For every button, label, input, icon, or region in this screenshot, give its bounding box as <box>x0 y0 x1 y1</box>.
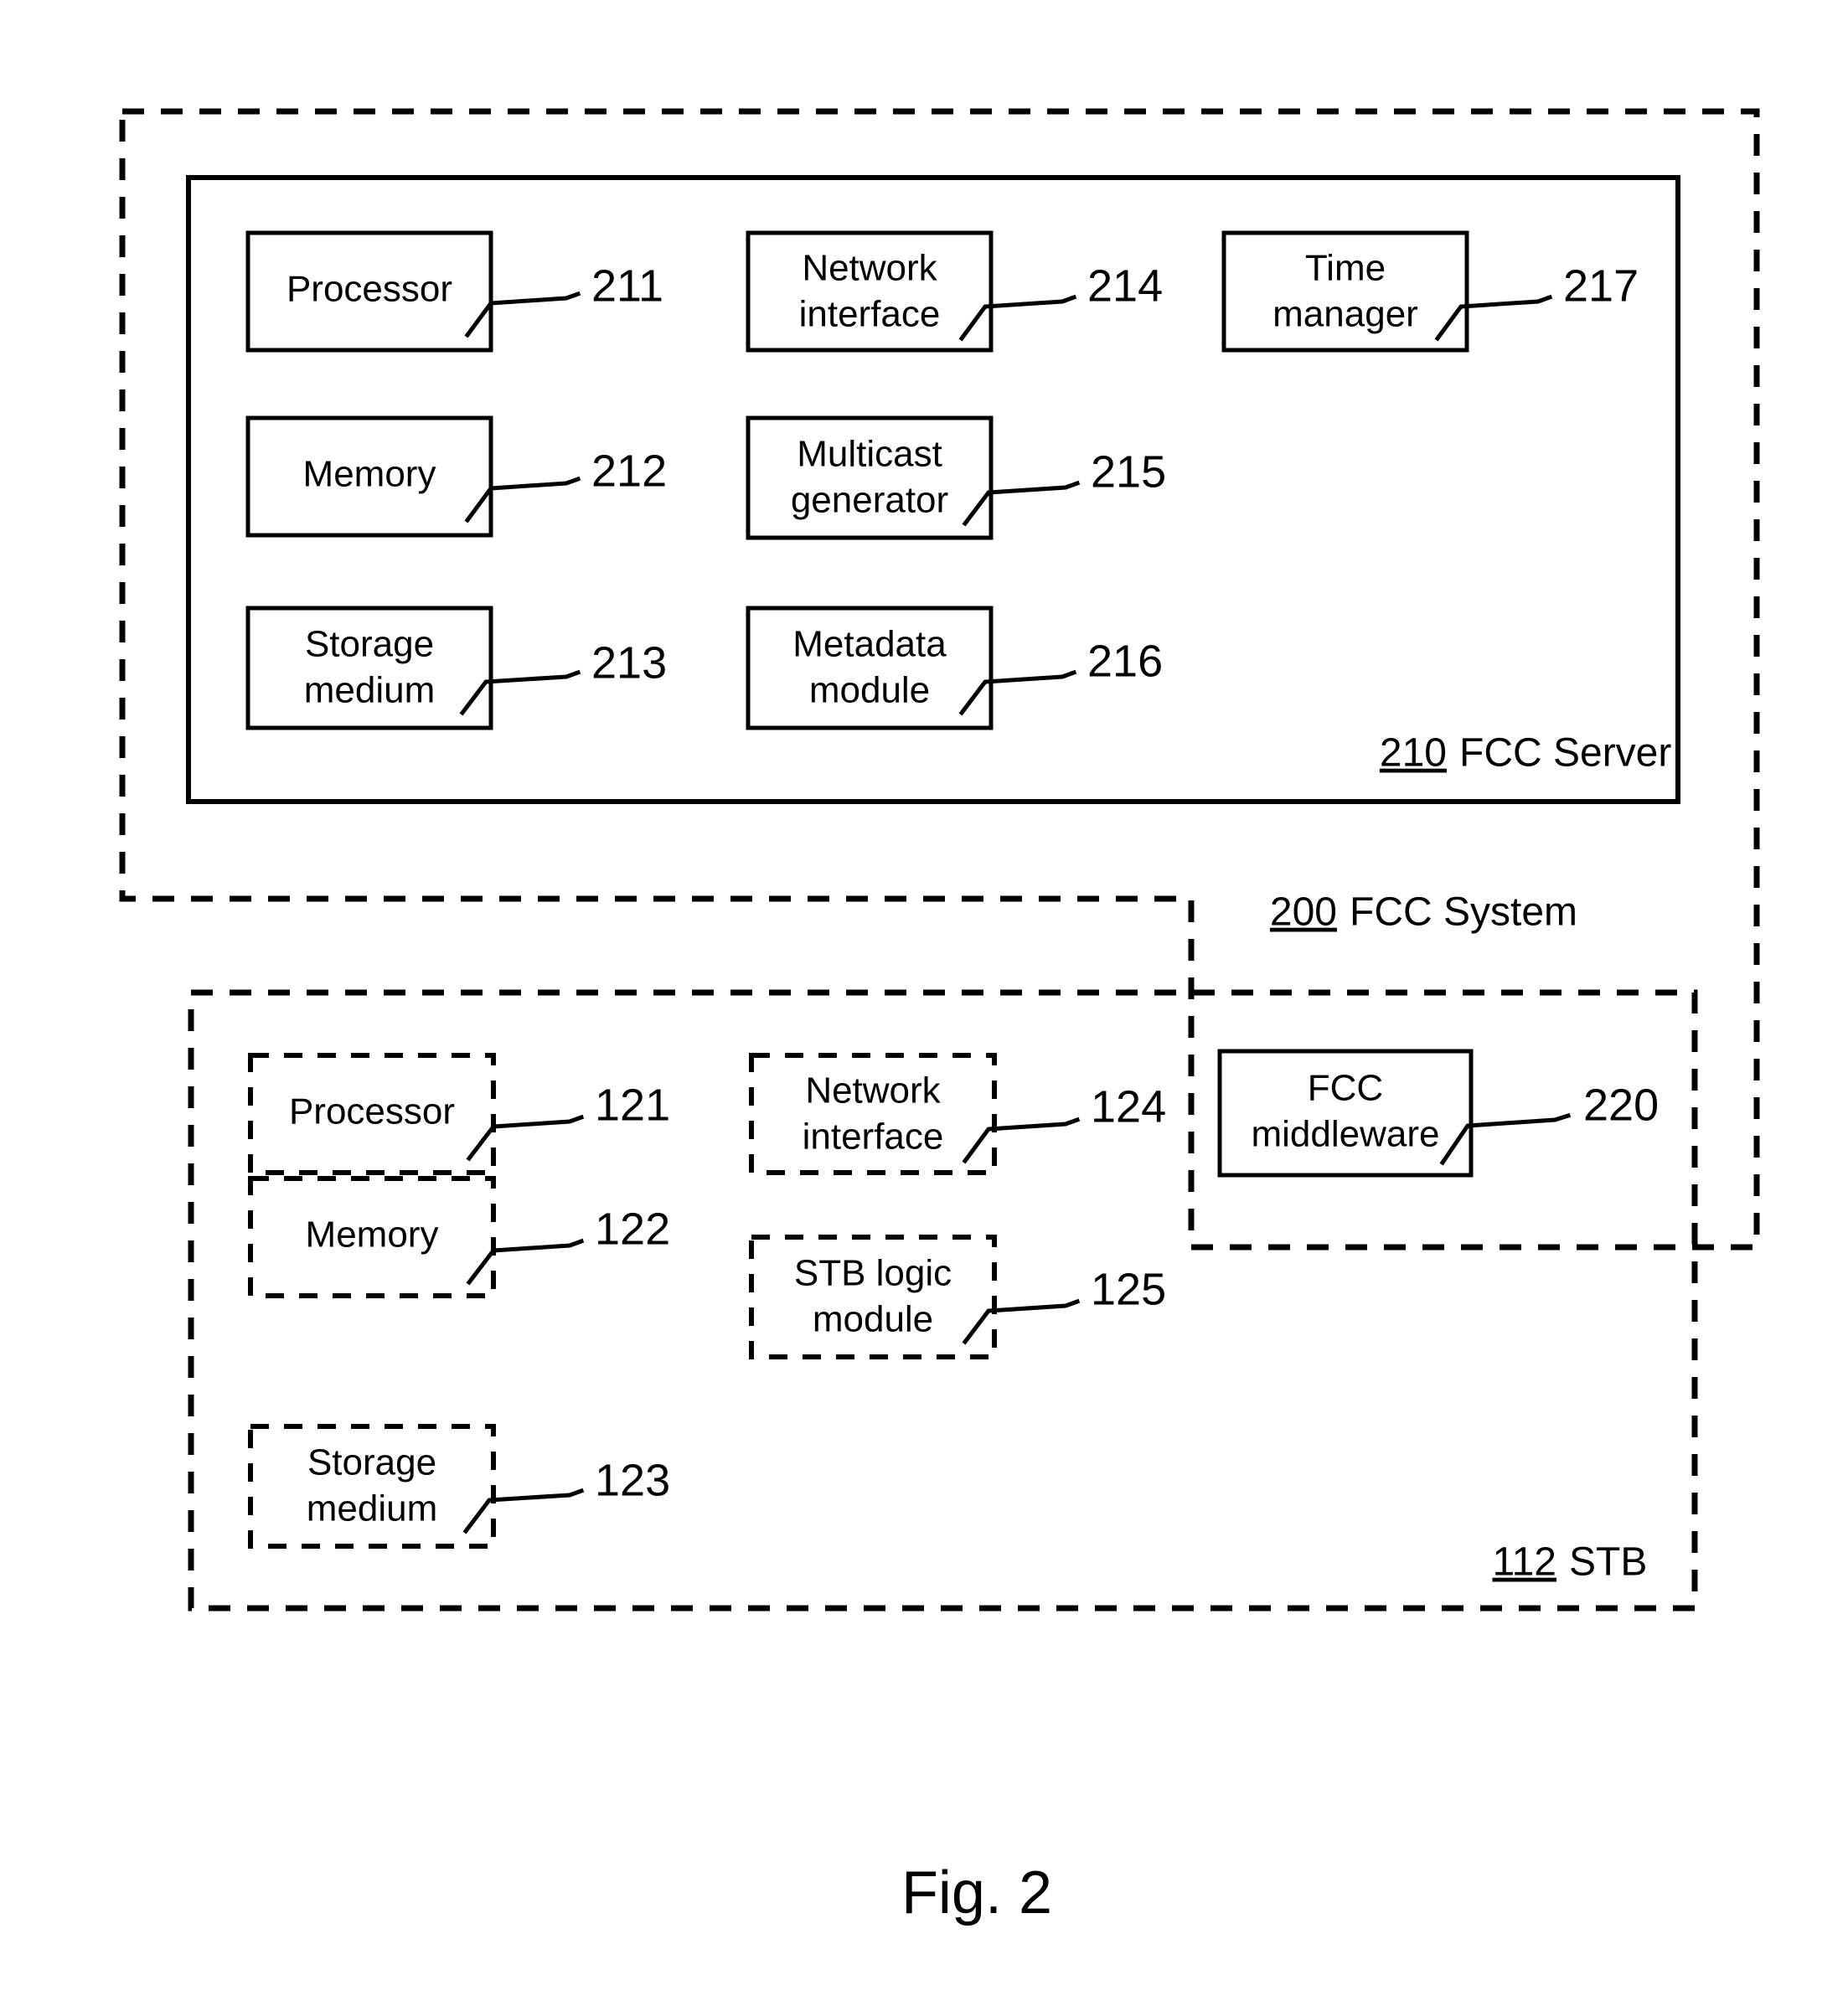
fcc-server-ref-numeral: 210 <box>1380 731 1447 776</box>
leader-line <box>958 669 1077 716</box>
patent-figure-2: Processor 211 Memory 212 Storage medium … <box>0 0 1848 2001</box>
reference-numeral: 214 <box>1087 260 1163 311</box>
fcc-server-component-memory: Memory 212 <box>245 415 667 538</box>
leader-line <box>462 1488 585 1534</box>
stb-component-memory: Memory 122 <box>248 1176 670 1298</box>
reference-numeral: 124 <box>1091 1081 1166 1132</box>
stb-component-processor: Processor 121 <box>248 1053 670 1175</box>
component-label-line2: module <box>813 1299 933 1340</box>
fcc-server-component-multicast-generator: Multicast generator 215 <box>746 415 1166 540</box>
component-label-line1: Multicast <box>797 434 942 475</box>
leader-line <box>1434 294 1553 342</box>
component-label-line2: interface <box>799 294 941 335</box>
figure-caption: Fig. 2 <box>901 1859 1052 1926</box>
component-label-line2: interface <box>803 1117 944 1158</box>
fcc-server-component-metadata-module: Metadata module 216 <box>746 606 1163 730</box>
fcc-server-label-text: FCC Server <box>1459 731 1671 776</box>
component-label-line1: STB logic <box>794 1253 952 1294</box>
component-label-line1: Network <box>802 248 937 289</box>
reference-numeral: 216 <box>1087 636 1163 686</box>
component-label-line2: generator <box>791 480 948 521</box>
leader-line <box>962 480 1081 527</box>
fcc-system-label-text: FCC System <box>1350 890 1577 935</box>
leader-line <box>958 294 1077 342</box>
stb-label-text: STB <box>1569 1540 1647 1585</box>
component-label-line1: Metadata <box>792 624 947 665</box>
fcc-middleware-component: FCC middleware 220 <box>1217 1049 1659 1178</box>
component-label-line2: manager <box>1272 294 1418 335</box>
fcc-server-component-time-manager: Time manager 217 <box>1221 230 1639 353</box>
leader-line <box>1439 1112 1572 1166</box>
reference-numeral: 213 <box>591 637 667 688</box>
component-label-line1: Processor <box>286 269 452 310</box>
stb-component-storage-medium: Storage medium 123 <box>248 1424 670 1549</box>
reference-numeral: 212 <box>591 446 667 496</box>
fcc-system-group-label: 200 FCC System <box>1270 890 1577 935</box>
leader-line <box>459 669 581 716</box>
component-label-line1: Time <box>1305 248 1386 289</box>
reference-numeral: 220 <box>1583 1080 1659 1130</box>
component-label-line1: Storage <box>305 624 434 665</box>
reference-numeral: 122 <box>595 1204 670 1254</box>
fcc-server-component-storage-medium: Storage medium 213 <box>245 606 667 730</box>
component-label-line2: module <box>809 670 930 711</box>
fcc-server-component-processor: Processor 211 <box>245 230 663 353</box>
component-label-line1: Storage <box>307 1442 436 1483</box>
component-label-line1: Network <box>805 1070 941 1111</box>
fcc-system-ref-numeral: 200 <box>1270 890 1337 935</box>
figure-canvas: Processor 211 Memory 212 Storage medium … <box>119 108 1760 1926</box>
stb-group-label: 112 STB <box>1492 1540 1647 1585</box>
leader-line <box>962 1298 1081 1345</box>
leader-line <box>466 1238 585 1286</box>
fcc-middleware-label-line1: FCC <box>1308 1068 1383 1109</box>
fcc-server-group-label: 210 FCC Server <box>1380 731 1671 776</box>
component-label-line2: medium <box>307 1488 438 1529</box>
leader-line <box>464 291 581 338</box>
leader-line <box>466 1114 585 1162</box>
stb-component-network-interface: Network interface 124 <box>749 1053 1166 1175</box>
stb-ref-numeral: 112 <box>1492 1540 1556 1585</box>
component-label-line2: medium <box>304 670 436 711</box>
fcc-server-component-network-interface: Network interface 214 <box>746 230 1163 353</box>
component-label-line1: Memory <box>306 1215 439 1256</box>
stb-component-stb-logic-module: STB logic module 125 <box>749 1235 1166 1359</box>
component-label-line1: Processor <box>289 1091 455 1132</box>
reference-numeral: 211 <box>591 260 663 311</box>
reference-numeral: 121 <box>595 1080 670 1130</box>
reference-numeral: 125 <box>1091 1264 1166 1314</box>
fcc-middleware-label-line2: middleware <box>1252 1114 1440 1155</box>
reference-numeral: 215 <box>1091 446 1166 497</box>
leader-line <box>962 1117 1081 1164</box>
reference-numeral: 123 <box>595 1455 670 1505</box>
component-label-line1: Memory <box>303 454 436 495</box>
leader-line <box>464 476 581 523</box>
reference-numeral: 217 <box>1563 260 1639 311</box>
